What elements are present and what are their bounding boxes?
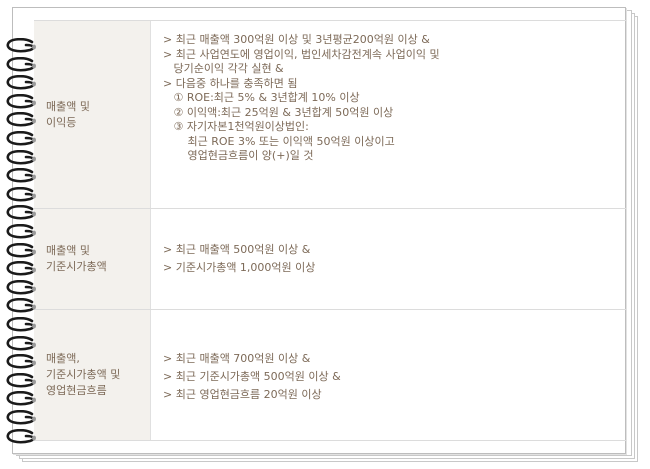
- binding-ring-icon: [6, 335, 36, 351]
- criteria-line: > 최근 사업연도에 영업이익, 법인세차감전계속 사업이익 및: [163, 47, 440, 61]
- binding-ring-icon: [6, 428, 36, 444]
- row-label-cell: 매출액, 기준시가총액 및 영업현금흐름: [34, 310, 151, 440]
- criteria-line: > 최근 영업현금흐름 20억원 이상: [163, 388, 322, 401]
- criteria-line: > 최근 매출액 300억원 이상 및 3년평균200억원 이상 &: [163, 33, 430, 46]
- row-label: 매출액 및 기준시가총액: [46, 244, 107, 273]
- row-label-cell: 매출액 및 이익등: [34, 21, 151, 208]
- criteria-line: > 최근 매출액 700억원 이상 &: [163, 352, 311, 365]
- criteria-line: > 최근 매출액 500억원 이상 &: [163, 243, 311, 256]
- spiral-binding-icon: [0, 0, 40, 469]
- criteria-line: > 다음중 하나를 충족하면 됨: [163, 76, 298, 90]
- requirements-table: 매출액 및 이익등 > 최근 매출액 300억원 이상 및 3년평균200억원 …: [34, 20, 626, 441]
- binding-ring-icon: [6, 224, 36, 239]
- table-row: 매출액 및 기준시가총액 > 최근 매출액 500억원 이상 & > 기준시가총…: [34, 209, 626, 310]
- row-content-cell: > 최근 매출액 500억원 이상 & > 기준시가총액 1,000억원 이상: [151, 209, 626, 309]
- binding-ring-icon: [6, 261, 36, 276]
- binding-ring-icon: [6, 279, 36, 295]
- criteria-line: ① ROE:최근 5% & 3년합계 10% 이상: [163, 91, 360, 104]
- binding-ring-icon: [6, 317, 36, 332]
- binding-ring-icon: [6, 242, 36, 258]
- criteria-line: 최근 ROE 3% 또는 이익액 50억원 이상이고: [163, 134, 395, 148]
- row-content-cell: > 최근 매출액 300억원 이상 및 3년평균200억원 이상 & > 최근 …: [151, 21, 626, 208]
- notebook-page: 매출액 및 이익등 > 최근 매출액 300억원 이상 및 3년평균200억원 …: [0, 0, 650, 469]
- row-label: 매출액 및 이익등: [46, 99, 90, 129]
- criteria-line: ② 이익액:최근 25억원 & 3년합계 50억원 이상: [163, 105, 394, 119]
- binding-ring-icon: [6, 298, 36, 313]
- criteria-line: 당기순이익 각각 실현 &: [163, 62, 284, 75]
- row-content-cell: > 최근 매출액 700억원 이상 & > 최근 기준시가총액 500억원 이상…: [151, 310, 626, 440]
- binding-ring-icon: [6, 205, 36, 220]
- binding-ring-icon: [6, 186, 36, 202]
- binding-ring-icon: [6, 149, 36, 165]
- criteria-line: ③ 자기자본1천억원이상법인:: [163, 120, 309, 133]
- criteria-line: 영업현금흐름이 양(+)일 것: [163, 149, 314, 162]
- row-label: 매출액, 기준시가총액 및 영업현금흐름: [46, 352, 121, 397]
- table-row: 매출액, 기준시가총액 및 영업현금흐름 > 최근 매출액 700억원 이상 &…: [34, 310, 626, 441]
- binding-ring-icon: [6, 168, 36, 183]
- binding-ring-icon: [6, 410, 36, 425]
- binding-ring-icon: [6, 131, 36, 146]
- binding-ring-icon: [6, 372, 36, 388]
- binding-ring-icon: [6, 93, 36, 109]
- criteria-line: > 기준시가총액 1,000억원 이상: [163, 261, 316, 274]
- binding-ring-icon: [6, 391, 36, 406]
- criteria-line: > 최근 기준시가총액 500억원 이상 &: [163, 370, 341, 383]
- binding-ring-icon: [6, 38, 36, 53]
- binding-ring-icon: [6, 112, 36, 127]
- binding-ring-icon: [6, 75, 36, 90]
- row-label-cell: 매출액 및 기준시가총액: [34, 209, 151, 309]
- table-row: 매출액 및 이익등 > 최근 매출액 300억원 이상 및 3년평균200억원 …: [34, 21, 626, 209]
- binding-ring-icon: [6, 354, 36, 369]
- binding-ring-icon: [6, 56, 36, 72]
